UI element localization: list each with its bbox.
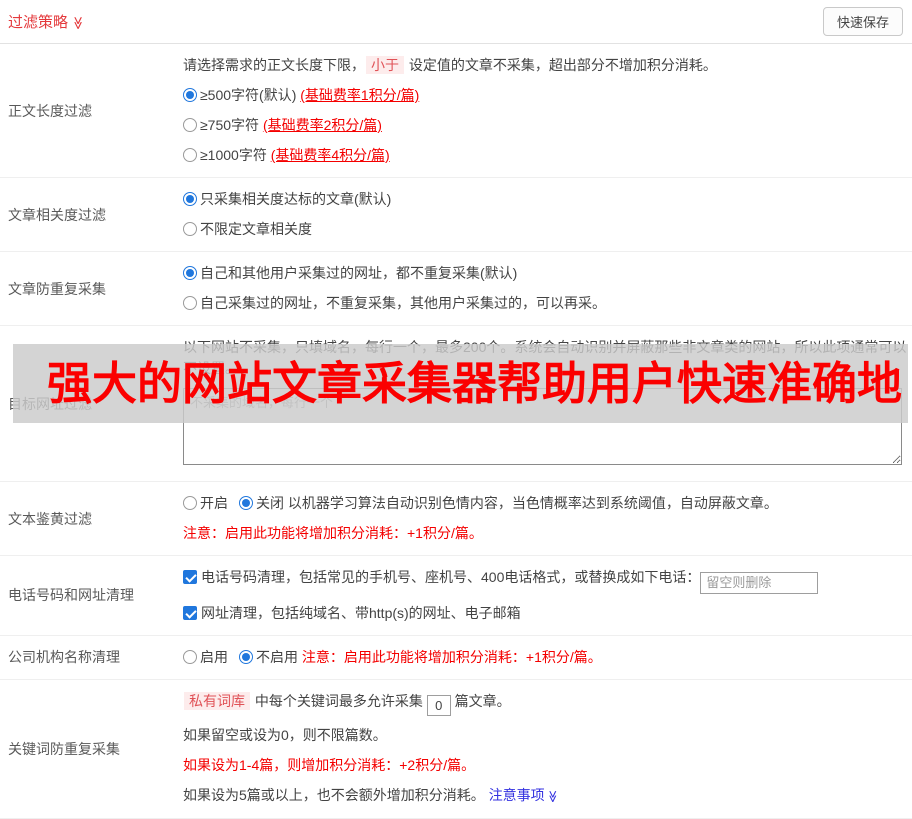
text: 电话号码清理，包括常见的手机号、座机号、400电话格式，或替换成如下电话： — [201, 569, 701, 585]
text: 中每个关键词最多允许采集 — [251, 692, 427, 709]
page-title-text: 过滤策略 — [8, 14, 69, 31]
text: 如果设为1-4篇，则增加积分消耗：+2积分/篇。 — [183, 756, 476, 773]
dedup-self-only-radio[interactable] — [183, 296, 197, 310]
less-than-badge: 小于 — [366, 56, 404, 74]
row-content: 电话号码清理，包括常见的手机号、座机号、400电话格式，或替换成如下电话： 网址清… — [183, 556, 912, 635]
porn-filter-on-radio[interactable] — [183, 496, 197, 510]
max-per-keyword-input[interactable] — [426, 694, 451, 716]
min-length-750-radio[interactable] — [183, 118, 197, 132]
row-label: 正文长度过滤 — [8, 102, 92, 119]
dedup-all-users-radio[interactable] — [183, 266, 197, 280]
text: 关闭 以机器学习算法自动识别色情内容，当色情概率达到系统阈值，自动屏蔽文章。 — [256, 495, 778, 511]
settings-row: 文章相关度过滤 只采集相关度达标的文章(默认) 不限定文章相关度 — [0, 178, 912, 252]
private-thesaurus-badge: 私有词库 — [184, 691, 250, 710]
text: 自己和其他用户采集过的网址，都不重复采集(默认) — [200, 265, 518, 281]
row-label: 文本鉴黄过滤 — [8, 510, 92, 527]
text: 开启 — [200, 495, 228, 511]
settings-row: 文章防重复采集 自己和其他用户采集过的网址，都不重复采集(默认) 自己采集过的网址，… — [0, 252, 912, 326]
row-label: 文章相关度过滤 — [8, 206, 106, 223]
settings-table: 正文长度过滤 请选择需求的正文长度下限， 小于 设定值的文章不采集，超出部分不增加积… — [0, 44, 912, 819]
org-clean-off-radio[interactable] — [239, 649, 253, 664]
relevance-any-radio[interactable] — [183, 222, 197, 236]
settings-row: 公司机构名称清理 启用 不启用 注意：启用此功能将增加积分消耗：+1积分/篇。 — [0, 636, 912, 680]
chevron-down-icon: ≫ — [70, 16, 86, 30]
text: ≥500字符(默认) — [200, 87, 301, 103]
row-content: 自己和其他用户采集过的网址，都不重复采集(默认) 自己采集过的网址，不重复采集，其… — [183, 252, 912, 325]
row-label: 文章防重复采集 — [8, 280, 106, 297]
notes-link[interactable]: 注意事项 — [489, 787, 545, 803]
phone-clean-checkbox[interactable] — [183, 570, 197, 584]
settings-row: 关键词防重复采集 私有词库 中每个关键词最多允许采集 篇文章。如果留空或设为0，则… — [0, 680, 912, 819]
row-content: 私有词库 中每个关键词最多允许采集 篇文章。如果留空或设为0，则不限篇数。如果设… — [183, 680, 912, 818]
text: 注意：启用此功能将增加积分消耗：+1积分/篇。 — [301, 648, 602, 665]
settings-row: 文本鉴黄过滤 开启 关闭 以机器学习算法自动识别色情内容，当色情概率达到系统阈值，自… — [0, 482, 912, 556]
org-clean-on-radio[interactable] — [183, 649, 197, 664]
quick-save-button[interactable]: 快速保存 — [822, 7, 903, 36]
filter-strategy-page: 过滤策略 ≫ 快速保存 正文长度过滤 请选择需求的正文长度下限， 小于 设定值的文章不… — [0, 0, 912, 819]
phone-replacement-input[interactable] — [700, 571, 819, 594]
text: 注意：启用此功能将增加积分消耗：+1积分/篇。 — [183, 525, 483, 541]
row-content: 以下网站不采集，只填域名，每行一个，最多200个。系统会自动识别并屏蔽那些非文章… — [183, 326, 912, 481]
text: 自己采集过的网址，不重复采集，其他用户采集过的，可以再采。 — [200, 295, 606, 311]
text: 不启用 — [256, 648, 302, 665]
text: 以下网站不采集，只填域名，每行一个，最多200个。系统会自动识别并屏蔽那些非文章… — [183, 339, 907, 376]
text: ≥750字符 — [200, 117, 263, 133]
text: 请选择需求的正文长度下限， — [183, 57, 365, 73]
text: 如果设为5篇或以上，也不会额外增加积分消耗。 — [183, 786, 489, 803]
text: 篇文章。 — [450, 692, 511, 709]
row-label: 关键词防重复采集 — [8, 740, 120, 757]
text: 启用 — [200, 648, 228, 665]
settings-row: 正文长度过滤 请选择需求的正文长度下限， 小于 设定值的文章不采集，超出部分不增加积… — [0, 44, 912, 178]
page-title[interactable]: 过滤策略 ≫ — [8, 11, 86, 32]
text: 不限定文章相关度 — [200, 221, 312, 237]
settings-row: 电话号码和网址清理 电话号码清理，包括常见的手机号、座机号、400电话格式，或替换… — [0, 556, 912, 636]
url-clean-checkbox[interactable] — [183, 605, 197, 620]
text: (基础费率4积分/篇) — [270, 147, 390, 163]
text: 网址清理，包括纯域名、带http(s)的网址、电子邮箱 — [201, 604, 521, 621]
page-header: 过滤策略 ≫ 快速保存 — [0, 0, 912, 44]
porn-filter-off-radio[interactable] — [239, 496, 253, 510]
text: (基础费率1积分/篇) — [300, 87, 420, 103]
row-content: 请选择需求的正文长度下限， 小于 设定值的文章不采集，超出部分不增加积分消耗。 ≥5… — [183, 44, 912, 177]
row-content: 启用 不启用 注意：启用此功能将增加积分消耗：+1积分/篇。 — [183, 636, 912, 679]
row-label: 目标网址过滤 — [8, 395, 92, 412]
text: 如果留空或设为0，则不限篇数。 — [183, 726, 387, 743]
row-label: 电话号码和网址清理 — [8, 587, 134, 604]
chevron-down-icon: ≫ — [545, 789, 560, 803]
min-length-500-radio[interactable] — [183, 88, 197, 102]
row-label: 公司机构名称清理 — [8, 649, 120, 665]
text: ≥1000字符 — [200, 147, 271, 163]
min-length-1000-radio[interactable] — [183, 148, 197, 162]
relevance-strict-radio[interactable] — [183, 192, 197, 206]
text: (基础费率2积分/篇) — [262, 117, 382, 133]
blocked-domains-textarea[interactable] — [183, 388, 902, 465]
row-content: 只采集相关度达标的文章(默认) 不限定文章相关度 — [183, 178, 912, 251]
text: 设定值的文章不采集，超出部分不增加积分消耗。 — [405, 57, 717, 73]
settings-row: 目标网址过滤 以下网站不采集，只填域名，每行一个，最多200个。系统会自动识别并屏… — [0, 326, 912, 482]
text: 只采集相关度达标的文章(默认) — [200, 191, 392, 207]
row-content: 开启 关闭 以机器学习算法自动识别色情内容，当色情概率达到系统阈值，自动屏蔽文章。… — [183, 482, 912, 555]
